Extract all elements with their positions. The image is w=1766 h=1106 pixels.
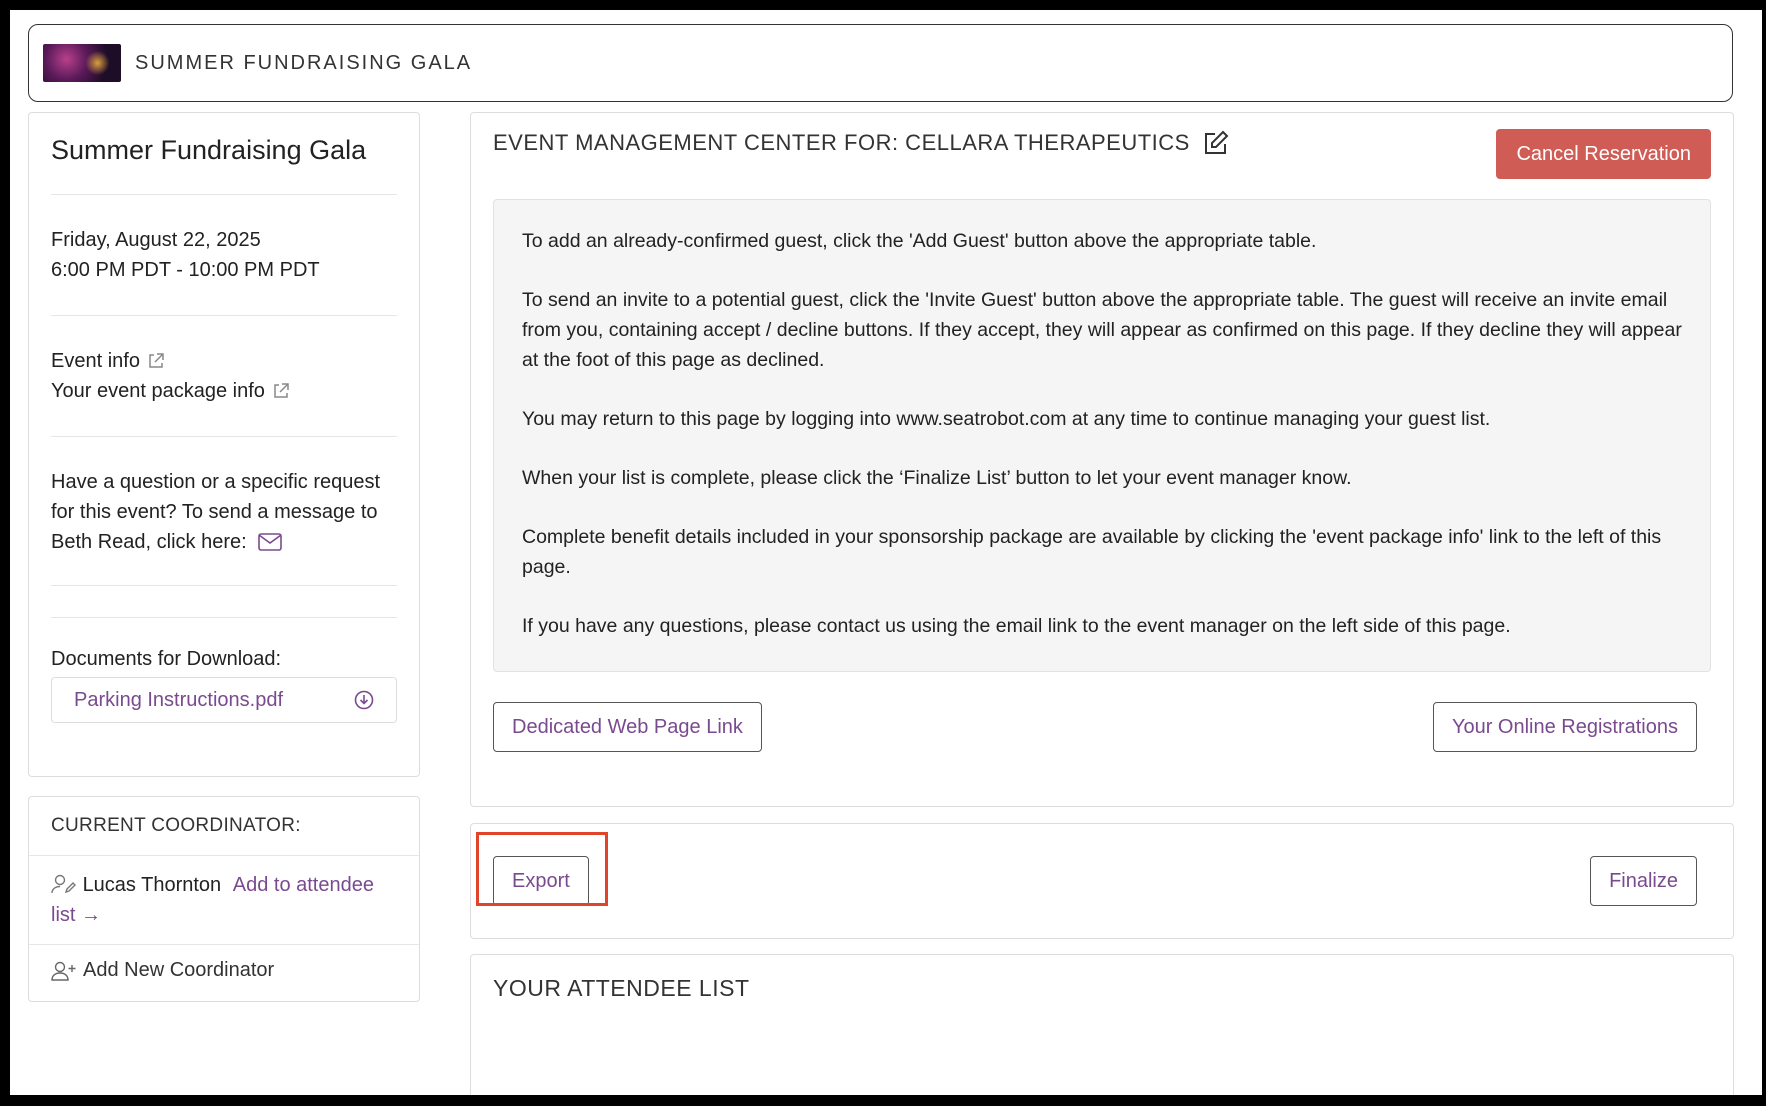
event-info-link[interactable]: Event info <box>51 346 397 376</box>
coordinator-name: Lucas Thornton <box>82 874 222 896</box>
event-logo <box>43 44 121 82</box>
export-card: Export Finalize <box>470 823 1734 939</box>
package-info-link-label: Your event package info <box>51 380 265 402</box>
contact-manager: Have a question or a specific request fo… <box>51 437 397 586</box>
event-management-card: EVENT MANAGEMENT CENTER FOR: CELLARA THE… <box>470 112 1734 807</box>
event-info-card: Summer Fundraising Gala Friday, August 2… <box>28 112 420 777</box>
event-date: Friday, August 22, 2025 <box>51 229 261 251</box>
coordinator-heading: CURRENT COORDINATOR: <box>29 797 419 856</box>
cancel-reservation-button[interactable]: Cancel Reservation <box>1496 129 1711 179</box>
user-edit-icon <box>51 874 76 894</box>
divider <box>51 586 397 618</box>
event-datetime: Friday, August 22, 2025 6:00 PM PDT - 10… <box>51 195 397 316</box>
instructions-panel: To add an already-confirmed guest, click… <box>493 199 1711 672</box>
download-icon <box>354 690 374 710</box>
instruction-paragraph: Complete benefit details included in you… <box>522 526 1662 578</box>
event-time: 6:00 PM PDT - 10:00 PM PDT <box>51 259 320 281</box>
management-title-text: EVENT MANAGEMENT CENTER FOR: CELLARA THE… <box>493 130 1190 155</box>
edit-icon[interactable] <box>1202 129 1230 157</box>
finalize-button[interactable]: Finalize <box>1590 856 1697 906</box>
add-new-coordinator[interactable]: Add New Coordinator <box>29 945 419 996</box>
coordinator-card: CURRENT COORDINATOR: Lucas Thornton Add … <box>28 796 420 1002</box>
documents-label: Documents for Download: <box>51 648 282 670</box>
app-frame: SUMMER FUNDRAISING GALA Summer Fundraisi… <box>10 10 1762 1095</box>
instruction-paragraph: If you have any questions, please contac… <box>522 615 1511 637</box>
external-link-icon <box>274 383 289 398</box>
document-item[interactable]: Parking Instructions.pdf <box>51 677 397 723</box>
instruction-paragraph: You may return to this page by logging i… <box>522 408 1491 430</box>
online-registrations-button[interactable]: Your Online Registrations <box>1432 702 1697 752</box>
instruction-paragraph: To send an invite to a potential guest, … <box>522 289 1682 371</box>
coordinator-row: Lucas Thornton Add to attendee list → <box>29 856 419 945</box>
management-title: EVENT MANAGEMENT CENTER FOR: CELLARA THE… <box>493 129 1230 157</box>
envelope-icon[interactable] <box>258 533 283 551</box>
top-header: SUMMER FUNDRAISING GALA <box>28 24 1733 102</box>
attendee-list-title: YOUR ATTENDEE LIST <box>493 975 750 1001</box>
add-new-coordinator-label: Add New Coordinator <box>83 959 275 981</box>
event-links: Event info Your event package info <box>51 316 397 437</box>
event-info-link-label: Event info <box>51 350 140 372</box>
dedicated-web-page-link-button[interactable]: Dedicated Web Page Link <box>493 702 762 752</box>
event-title: Summer Fundraising Gala <box>51 135 397 195</box>
user-plus-icon <box>51 961 76 981</box>
highlight-box <box>476 832 608 906</box>
attendee-list-card: YOUR ATTENDEE LIST <box>470 954 1734 1095</box>
main-header: EVENT MANAGEMENT CENTER FOR: CELLARA THE… <box>493 113 1711 179</box>
contact-question-text: Have a question or a specific request fo… <box>51 471 381 553</box>
header-title: SUMMER FUNDRAISING GALA <box>135 51 473 74</box>
external-link-icon <box>149 353 164 368</box>
document-name: Parking Instructions.pdf <box>74 688 283 711</box>
instruction-paragraph: To add an already-confirmed guest, click… <box>522 230 1317 252</box>
package-info-link[interactable]: Your event package info <box>51 376 397 406</box>
main-actions: Dedicated Web Page Link Your Online Regi… <box>493 702 1711 752</box>
instruction-paragraph: When your list is complete, please click… <box>522 467 1352 489</box>
